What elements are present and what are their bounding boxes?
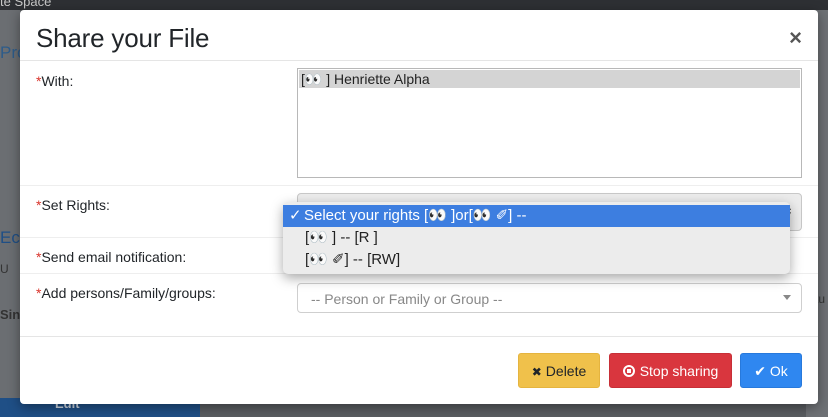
rights-option-label: Select your rights [👀 ]or[👀 ✐] -- [304, 207, 527, 224]
background-fragment-u: U [0, 262, 9, 276]
delete-button-label: Delete [545, 363, 587, 379]
ok-button[interactable]: ✔ Ok [740, 353, 802, 388]
with-listbox[interactable]: [👀 ] Henriette Alpha [297, 68, 802, 178]
email-label: *Send email notification: [36, 249, 186, 265]
modal-header: Share your File × [20, 10, 818, 61]
rights-option-readwrite[interactable]: [👀 ✐] -- [RW] [283, 249, 790, 271]
persons-placeholder: -- Person or Family or Group -- [311, 291, 503, 307]
delete-button[interactable]: ✖ Delete [518, 353, 600, 388]
with-label-text: With: [41, 73, 74, 89]
rights-option-read[interactable]: [👀 ] -- [R ] [283, 227, 790, 249]
stop-sharing-label: Stop sharing [639, 363, 719, 379]
stop-sharing-button[interactable]: Stop sharing [609, 353, 732, 388]
persons-label: *Add persons/Family/groups: [36, 285, 216, 301]
rights-option-label: [👀 ✐] -- [RW] [305, 251, 401, 268]
rights-label-text: Set Rights: [41, 197, 110, 213]
persons-label-text: Add persons/Family/groups: [41, 285, 216, 301]
background-left-edge: Pro Ec U Sin [0, 10, 26, 417]
background-topbar: te Space [0, 0, 828, 10]
rights-option-label: [👀 ] -- [R ] [305, 229, 378, 246]
rights-label: *Set Rights: [36, 197, 110, 213]
close-icon[interactable]: × [789, 27, 802, 49]
chevron-down-icon [783, 295, 791, 300]
stop-icon [622, 365, 635, 377]
background-fragment-sin: Sin [0, 307, 21, 322]
list-item[interactable]: [👀 ] Henriette Alpha [299, 70, 800, 88]
background-fragment-ec: Ec [0, 228, 20, 247]
with-label: *With: [36, 73, 73, 89]
rights-option-select[interactable]: ✓ Select your rights [👀 ]or[👀 ✐] -- [283, 205, 790, 227]
close-icon: ✖ [531, 365, 542, 379]
background-topbar-text: te Space [0, 0, 52, 9]
check-icon: ✔ [754, 363, 766, 379]
modal-footer: ✖ Delete Stop sharing ✔ Ok [20, 336, 818, 404]
ok-button-label: Ok [769, 363, 788, 379]
email-label-text: Send email notification: [41, 249, 187, 265]
rights-dropdown-menu: ✓ Select your rights [👀 ]or[👀 ✐] -- [👀 ] … [283, 202, 790, 274]
check-icon: ✓ [289, 207, 302, 224]
modal-title: Share your File [36, 23, 210, 53]
persons-combobox[interactable]: -- Person or Family or Group -- [297, 283, 802, 313]
